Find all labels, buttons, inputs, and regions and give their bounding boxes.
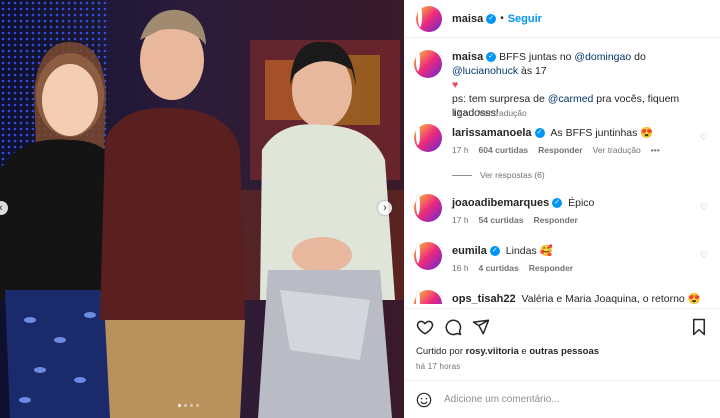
reply-button[interactable]: Responder — [529, 263, 573, 273]
likes-summary: Curtido por rosy.viitoria e outras pesso… — [416, 346, 600, 357]
liked-by-user-link[interactable]: rosy.viitoria — [466, 346, 519, 357]
comment-time: 17 h — [452, 145, 469, 155]
comment-username[interactable]: larissamanoela — [452, 127, 532, 139]
post-username[interactable]: maisa — [452, 13, 483, 25]
comment-time: 17 h — [452, 215, 469, 225]
comment-text: As BFFS juntinhas 😍 — [550, 127, 654, 139]
share-icon[interactable] — [472, 318, 490, 336]
comment-likes[interactable]: 4 curtidas — [479, 263, 519, 273]
heart-emoji: ♥ — [452, 79, 459, 91]
reply-button[interactable]: Responder — [538, 145, 582, 155]
like-heart-icon[interactable] — [416, 318, 434, 336]
verified-icon: ✓ — [486, 52, 497, 63]
avatar[interactable] — [414, 50, 442, 78]
verified-icon: ✓ — [552, 198, 563, 209]
carousel-dot — [196, 404, 199, 407]
mention-link[interactable]: @domingao — [574, 51, 631, 63]
separator: • — [500, 13, 504, 24]
carousel-dot — [178, 404, 181, 407]
more-options-icon[interactable]: ••• — [651, 145, 660, 155]
avatar[interactable] — [414, 242, 442, 270]
post-sidebar: maisa ✓ • Seguir maisa ✓ BFFS juntas no @… — [404, 0, 720, 418]
comment-text: Lindas 🥰 — [505, 245, 553, 257]
like-comment-icon[interactable]: ♡ — [700, 250, 708, 261]
caption-time: 17 h — [452, 108, 469, 118]
avatar[interactable] — [414, 194, 442, 222]
comment-username[interactable]: ops_tisah22 — [452, 293, 516, 304]
reply-button[interactable]: Responder — [533, 215, 577, 225]
comment-input[interactable]: Adicione um comentário... — [444, 394, 560, 405]
verified-icon: ✓ — [486, 13, 497, 24]
comment-time: 16 h — [452, 263, 469, 273]
avatar[interactable] — [414, 290, 442, 304]
comment-username[interactable]: joaoadibemarques — [452, 197, 549, 209]
mention-link[interactable]: @carmed — [548, 93, 594, 105]
comment-icon[interactable] — [444, 318, 462, 336]
post-timestamp: há 17 horas — [416, 362, 461, 371]
comment-likes[interactable]: 54 curtidas — [479, 215, 524, 225]
divider — [452, 175, 472, 177]
other-likers-link[interactable]: outras pessoas — [529, 346, 599, 357]
comment-likes[interactable]: 604 curtidas — [479, 145, 529, 155]
carousel-indicator — [178, 404, 199, 407]
comment-text: Valéria e Maria Joaquina, o retorno 😍 — [521, 293, 701, 304]
post-actions — [404, 308, 720, 344]
next-photo-button[interactable]: › — [378, 201, 392, 215]
avatar[interactable] — [414, 124, 442, 152]
verified-icon: ✓ — [489, 246, 500, 257]
caption-username[interactable]: maisa — [452, 51, 483, 63]
translate-link[interactable]: Ver tradução — [593, 145, 641, 155]
mention-link[interactable]: @lucianohuck — [452, 65, 518, 77]
verified-icon: ✓ — [534, 128, 545, 139]
save-bookmark-icon[interactable] — [690, 318, 708, 336]
comment-text: Épico — [568, 197, 595, 209]
carousel-dot — [190, 404, 193, 407]
add-comment-bar: Adicione um comentário... — [404, 380, 720, 418]
carousel-dot — [184, 404, 187, 407]
post-photo[interactable]: ‹ › — [0, 0, 404, 418]
post-header: maisa ✓ • Seguir — [404, 0, 720, 38]
avatar[interactable] — [416, 5, 442, 32]
comments-list[interactable]: maisa ✓ BFFS juntas no @domingao do @luci… — [404, 38, 720, 304]
comment-username[interactable]: eumila — [452, 245, 487, 257]
like-comment-icon[interactable]: ♡ — [700, 202, 708, 213]
emoji-icon[interactable] — [416, 392, 432, 408]
translate-link[interactable]: Ver tradução — [479, 108, 527, 118]
like-comment-icon[interactable]: ♡ — [700, 132, 708, 143]
view-replies-button[interactable]: Ver respostas (6) — [452, 170, 545, 180]
follow-button[interactable]: Seguir — [508, 13, 542, 25]
